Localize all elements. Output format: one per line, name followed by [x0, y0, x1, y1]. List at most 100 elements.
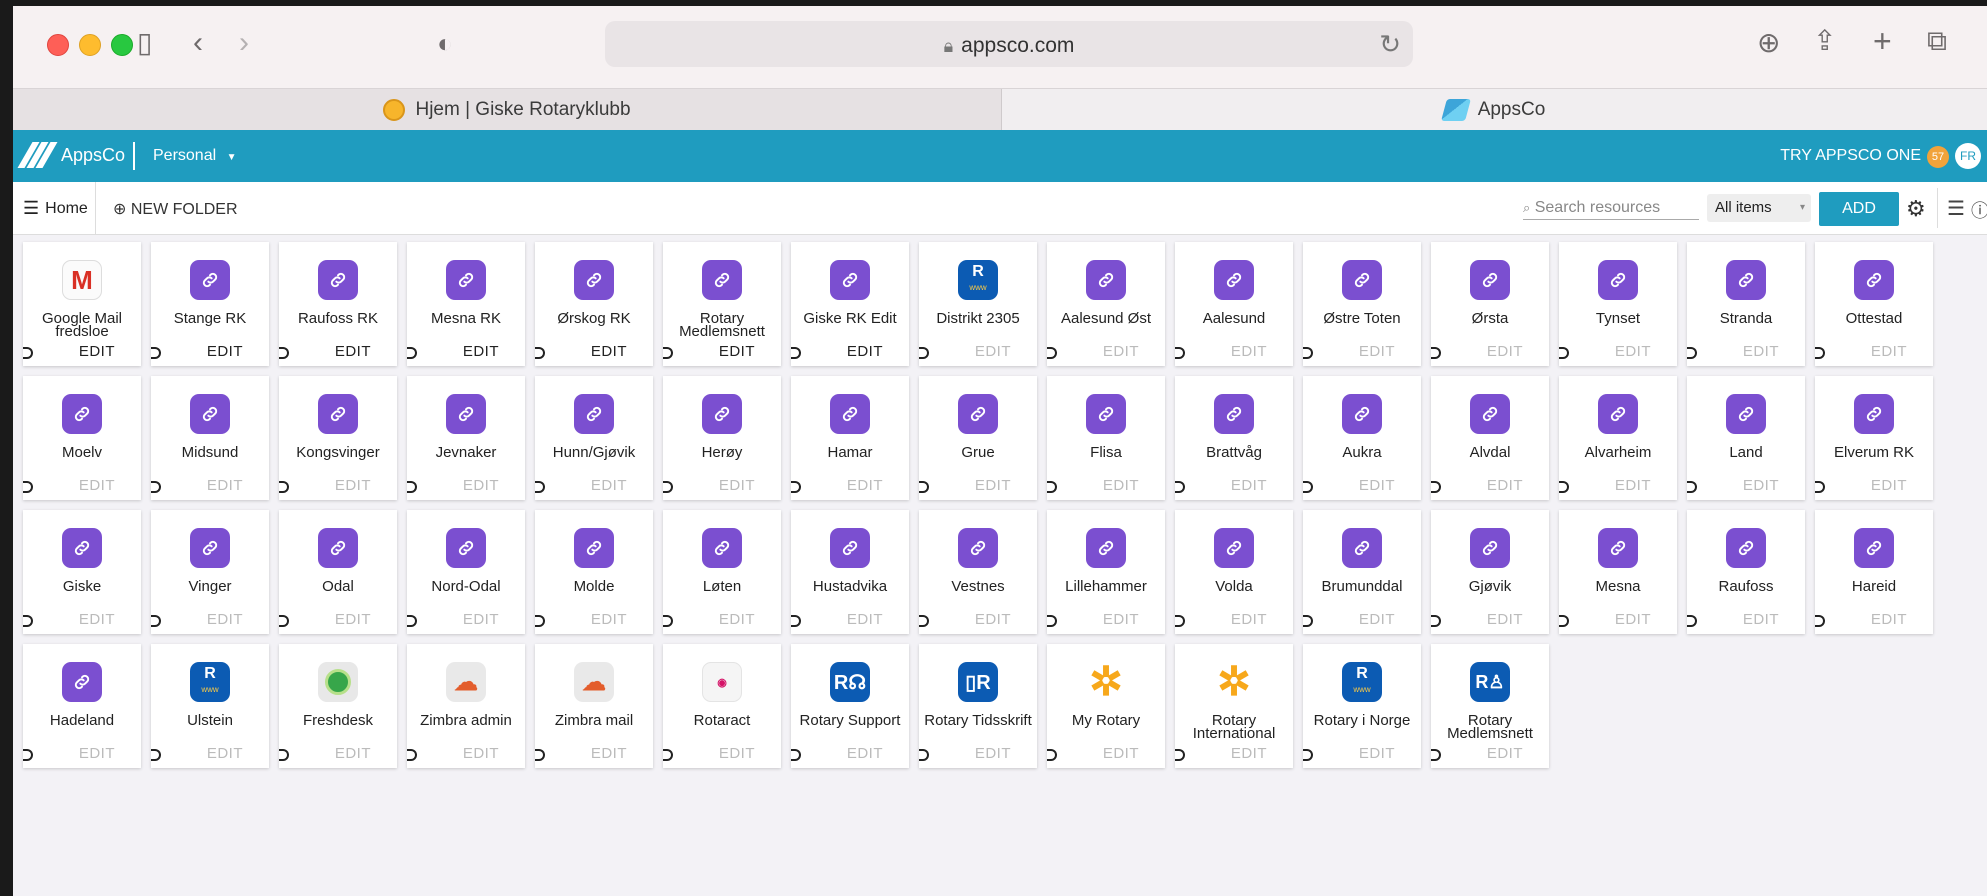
tab-appsco[interactable]: AppsCo [1002, 89, 1987, 131]
select-checkbox[interactable] [1559, 347, 1569, 359]
edit-button[interactable]: EDIT [719, 477, 755, 494]
select-checkbox[interactable] [1815, 347, 1825, 359]
edit-button[interactable]: EDIT [207, 611, 243, 628]
resource-card[interactable]: Lillehammer EDIT [1047, 510, 1165, 634]
items-filter-select[interactable]: All items ▾ [1707, 194, 1811, 222]
edit-button[interactable]: EDIT [1359, 477, 1395, 494]
select-checkbox[interactable] [1175, 347, 1185, 359]
tab-giske-rotaryklubb[interactable]: Hjem | Giske Rotaryklubb [13, 89, 1002, 131]
edit-button[interactable]: EDIT [335, 343, 371, 360]
minimize-window-button[interactable] [79, 34, 101, 56]
reload-icon[interactable]: ↻ [1379, 29, 1401, 60]
resource-card[interactable]: Rwww Ulstein EDIT [151, 644, 269, 768]
resource-card[interactable]: ✲ Rotary International EDIT [1175, 644, 1293, 768]
edit-button[interactable]: EDIT [1359, 611, 1395, 628]
select-checkbox[interactable] [407, 749, 417, 761]
select-checkbox[interactable] [279, 615, 289, 627]
resource-card[interactable]: Alvdal EDIT [1431, 376, 1549, 500]
edit-button[interactable]: EDIT [1231, 745, 1267, 762]
search-input[interactable]: ⌕ Search resources [1523, 199, 1699, 220]
resource-card[interactable]: ☁ Zimbra admin EDIT [407, 644, 525, 768]
resource-card[interactable]: Rwww Rotary i Norge EDIT [1303, 644, 1421, 768]
select-checkbox[interactable] [279, 347, 289, 359]
zoom-window-button[interactable] [111, 34, 133, 56]
resource-card[interactable]: Moelv EDIT [23, 376, 141, 500]
select-checkbox[interactable] [279, 749, 289, 761]
resource-card[interactable]: Hareid EDIT [1815, 510, 1933, 634]
resource-card[interactable]: Odal EDIT [279, 510, 397, 634]
edit-button[interactable]: EDIT [1487, 343, 1523, 360]
resource-card[interactable]: ▯R Rotary Tidsskrift EDIT [919, 644, 1037, 768]
select-checkbox[interactable] [1303, 615, 1313, 627]
edit-button[interactable]: EDIT [79, 611, 115, 628]
edit-button[interactable]: EDIT [79, 745, 115, 762]
resource-card[interactable]: Gjøvik EDIT [1431, 510, 1549, 634]
resource-card[interactable]: Hustadvika EDIT [791, 510, 909, 634]
resource-card[interactable]: ☁ Zimbra mail EDIT [535, 644, 653, 768]
select-checkbox[interactable] [919, 749, 929, 761]
resource-card[interactable]: ✲ My Rotary EDIT [1047, 644, 1165, 768]
edit-button[interactable]: EDIT [975, 343, 1011, 360]
select-checkbox[interactable] [407, 615, 417, 627]
resource-card[interactable]: Giske RK Edit EDIT [791, 242, 909, 366]
edit-button[interactable]: EDIT [719, 343, 755, 360]
resource-card[interactable]: ◉ Rotaract EDIT [663, 644, 781, 768]
edit-button[interactable]: EDIT [1103, 745, 1139, 762]
edit-button[interactable]: EDIT [1743, 611, 1779, 628]
info-icon[interactable]: ⓘ [1971, 197, 1987, 223]
select-checkbox[interactable] [791, 481, 801, 493]
select-checkbox[interactable] [1047, 481, 1057, 493]
resource-card[interactable]: Løten EDIT [663, 510, 781, 634]
select-checkbox[interactable] [1559, 615, 1569, 627]
avatar[interactable]: FR [1955, 143, 1981, 169]
appsco-logo[interactable]: AppsCo [17, 142, 125, 168]
select-checkbox[interactable] [279, 481, 289, 493]
select-checkbox[interactable] [535, 615, 545, 627]
select-checkbox[interactable] [151, 481, 161, 493]
resource-card[interactable]: Land EDIT [1687, 376, 1805, 500]
edit-button[interactable]: EDIT [975, 477, 1011, 494]
resource-card[interactable]: Østre Toten EDIT [1303, 242, 1421, 366]
resource-card[interactable]: Aukra EDIT [1303, 376, 1421, 500]
edit-button[interactable]: EDIT [1743, 343, 1779, 360]
edit-button[interactable]: EDIT [975, 745, 1011, 762]
edit-button[interactable]: EDIT [719, 611, 755, 628]
resource-card[interactable]: Brumunddal EDIT [1303, 510, 1421, 634]
select-checkbox[interactable] [23, 481, 33, 493]
select-checkbox[interactable] [535, 481, 545, 493]
resource-card[interactable]: Stranda EDIT [1687, 242, 1805, 366]
edit-button[interactable]: EDIT [847, 343, 883, 360]
resource-card[interactable]: Aalesund Øst EDIT [1047, 242, 1165, 366]
resource-card[interactable]: Kongsvinger EDIT [279, 376, 397, 500]
select-checkbox[interactable] [791, 749, 801, 761]
gear-icon[interactable]: ⚙ [1906, 196, 1926, 222]
resource-card[interactable]: Stange RK EDIT [151, 242, 269, 366]
select-checkbox[interactable] [1431, 347, 1441, 359]
select-checkbox[interactable] [1175, 749, 1185, 761]
edit-button[interactable]: EDIT [1359, 343, 1395, 360]
edit-button[interactable]: EDIT [335, 477, 371, 494]
edit-button[interactable]: EDIT [1615, 611, 1651, 628]
edit-button[interactable]: EDIT [1103, 611, 1139, 628]
select-checkbox[interactable] [663, 615, 673, 627]
resource-card[interactable]: Hadeland EDIT [23, 644, 141, 768]
select-checkbox[interactable] [151, 615, 161, 627]
select-checkbox[interactable] [1303, 749, 1313, 761]
edit-button[interactable]: EDIT [1615, 343, 1651, 360]
close-window-button[interactable] [47, 34, 69, 56]
resource-card[interactable]: Mesna EDIT [1559, 510, 1677, 634]
select-checkbox[interactable] [791, 347, 801, 359]
select-checkbox[interactable] [1431, 749, 1441, 761]
resource-card[interactable]: Flisa EDIT [1047, 376, 1165, 500]
edit-button[interactable]: EDIT [1231, 477, 1267, 494]
edit-button[interactable]: EDIT [463, 477, 499, 494]
edit-button[interactable]: EDIT [591, 477, 627, 494]
select-checkbox[interactable] [1047, 749, 1057, 761]
resource-card[interactable]: Tynset EDIT [1559, 242, 1677, 366]
home-button[interactable]: ☰ Home [23, 198, 88, 219]
select-checkbox[interactable] [1303, 347, 1313, 359]
try-appsco-one-link[interactable]: TRY APPSCO ONE [1780, 147, 1921, 165]
edit-button[interactable]: EDIT [591, 343, 627, 360]
resource-card[interactable]: Volda EDIT [1175, 510, 1293, 634]
edit-button[interactable]: EDIT [1359, 745, 1395, 762]
